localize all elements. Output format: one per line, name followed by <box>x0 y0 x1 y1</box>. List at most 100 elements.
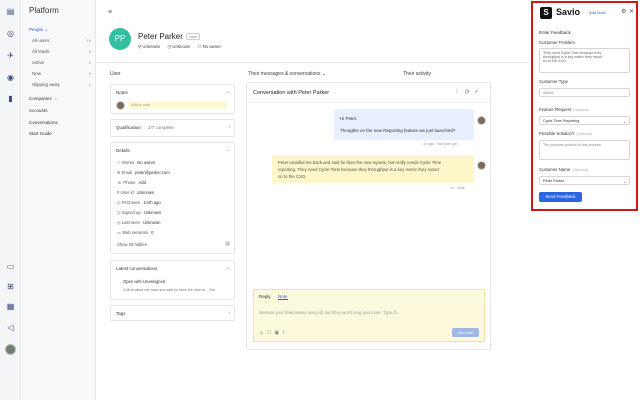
grid-icon[interactable]: ⊞ <box>5 281 16 292</box>
nav-all-leads[interactable]: All leads <box>32 49 49 54</box>
chevron-down-icon[interactable]: ⌄ <box>226 147 230 153</box>
outgoing-message: Hi Peter, Thoughts on the new Reporting … <box>334 109 474 140</box>
emoji-icon[interactable]: ☺ <box>259 330 267 336</box>
snooze-icon[interactable]: ◷ <box>465 89 475 95</box>
header-divider <box>96 62 530 63</box>
tab-note[interactable]: Note <box>278 294 288 300</box>
show-hidden-link[interactable]: Show 26 hidden <box>117 242 147 247</box>
chevron-down-icon: ⌄ <box>622 180 626 184</box>
composer-toolbar: ☺⎔▣⌇ <box>259 330 288 336</box>
profile-avatar: PP <box>109 28 131 50</box>
customer-name-value: Peter Parker <box>543 179 565 183</box>
chat-icon[interactable]: ▭ <box>5 261 16 272</box>
close-icon[interactable]: ✕ <box>629 8 634 15</box>
nav-companies[interactable]: Companies <box>29 96 52 101</box>
broadcast-icon[interactable]: ◉ <box>5 72 16 83</box>
notes-card: Notes ⌄ Add a note <box>110 84 235 114</box>
book-icon[interactable]: ▮ <box>5 93 16 104</box>
nav-accounts[interactable]: Accounts <box>29 108 48 113</box>
reply-composer: Reply Note Mention your teammates using … <box>253 289 485 342</box>
count-companies: 1 <box>54 96 57 101</box>
count-all-leads: 0 <box>88 49 91 54</box>
possible-solution-textarea[interactable]: The possible solution to this problem <box>539 140 630 160</box>
customer-problem-line: on to the CXO. <box>543 59 567 63</box>
menu-icon[interactable]: ≡ <box>108 9 112 16</box>
add-note-button[interactable]: Add note <box>452 328 479 337</box>
chevron-down-icon[interactable]: ⌄ <box>226 89 230 95</box>
notes-title: Notes <box>116 90 128 95</box>
qualification-card[interactable]: Qualification 2/7 complete › <box>110 119 235 137</box>
more-options-icon[interactable]: ⋮ <box>454 89 465 95</box>
chevron-right-icon[interactable]: › <box>228 310 230 316</box>
count-slipping-away: 0 <box>88 82 91 87</box>
conversation-status[interactable]: Open with Unassigned <box>123 279 165 284</box>
brand-title: Platform <box>29 6 59 15</box>
tab-reply[interactable]: Reply <box>259 294 271 299</box>
details-card: Details ⌄ ⚇ Owner No owner ✉ Email peter@p… <box>110 142 235 254</box>
conversation-preview[interactable]: Call emailed me back and said he likes t… <box>123 288 215 292</box>
send-feedback-button[interactable]: Send Feedback <box>539 192 582 202</box>
check-icon[interactable]: ✓ <box>474 89 484 95</box>
agent-avatar <box>477 116 486 125</box>
detail-row-owner: ⚇ Owner No owner <box>117 160 156 165</box>
customer-problem-textarea[interactable]: They need Cycle Time because they throug… <box>539 48 630 73</box>
chevron-down-icon[interactable]: ⌄ <box>226 265 230 271</box>
customer-problem-label: Customer Problem <box>539 40 575 45</box>
tags-card[interactable]: Tags › <box>110 305 235 321</box>
attachment-icon[interactable]: ⌇ <box>282 330 287 336</box>
profile-owner[interactable]: ⚇ No owner <box>198 44 221 49</box>
profile-name: Peter Parker <box>138 32 183 41</box>
nav-slipping-away[interactable]: Slipping away <box>32 82 60 87</box>
qualification-title: Qualification <box>116 125 141 130</box>
feature-request-value: Cycle Time Reporting <box>543 119 580 123</box>
tags-title: Tags <box>116 311 126 316</box>
note-input[interactable]: Add a note <box>128 101 227 109</box>
detail-row-web-sessions: ▭ Web sessions 0 <box>117 230 154 235</box>
feature-request-select[interactable]: Cycle Time Reporting ⌄ <box>539 116 630 125</box>
savio-logo-icon: S <box>540 7 552 19</box>
customer-name-select[interactable]: Peter Parker ⌄ <box>539 176 630 185</box>
nav-new[interactable]: New <box>32 71 41 76</box>
customer-type-select[interactable]: Active <box>539 88 630 97</box>
inbox-icon[interactable]: ▤ <box>5 6 16 17</box>
megaphone-icon[interactable]: ◁ <box>5 322 16 333</box>
nav-people[interactable]: People ⌄ <box>29 27 48 33</box>
bolt-icon[interactable]: ✈ <box>5 50 16 61</box>
composer-input[interactable]: Mention your teammates using @ and they … <box>259 310 401 315</box>
note-message-line: Peter emailed me back and said he likes … <box>278 160 442 165</box>
nav-active[interactable]: Active <box>32 60 44 65</box>
savio-title: Savio <box>556 7 581 17</box>
chevron-right-icon[interactable]: › <box>228 124 230 130</box>
user-avatar[interactable] <box>5 344 16 355</box>
nav-start-guide[interactable]: Start Guide <box>29 131 52 136</box>
note-timestamp: 1h · Note <box>450 186 465 190</box>
conversation-header: Conversation with Peter Parker ⋮◷✓ <box>247 83 490 103</box>
gear-icon[interactable]: ⚙ <box>621 8 626 15</box>
note-message: Peter emailed me back and said he likes … <box>272 155 474 183</box>
detail-row-email: ✉ Email peter@parker.com <box>117 170 170 175</box>
outgoing-message-line: Thoughts on the new Reporting feature we… <box>340 128 456 133</box>
user-column: Notes ⌄ Add a note Qualification 2/7 com… <box>110 84 235 324</box>
outgoing-message-line: Hi Peter, <box>340 116 358 121</box>
nav-all-users[interactable]: All users <box>32 38 49 43</box>
people-icon[interactable]: ◎ <box>5 28 16 39</box>
count-new: 0 <box>88 71 91 76</box>
nav-sidebar: Platform People ⌄ All users 15 All leads… <box>21 0 96 400</box>
customer-name-label: Customer Name (Optional) <box>539 167 589 172</box>
detail-row-phone[interactable]: ☏ Phone Add <box>117 180 146 185</box>
savio-add-note-link[interactable]: Add Note <box>589 10 606 15</box>
messages-column-title[interactable]: Their messages & conversations ⌄ <box>248 71 326 77</box>
profile-type-badge: User <box>186 33 201 40</box>
note-author-avatar <box>116 101 125 110</box>
notes-icon[interactable]: ▦ <box>5 301 16 312</box>
outgoing-timestamp: 1h ago · Not seen yet <box>423 142 458 146</box>
note-author-avatar <box>477 161 486 170</box>
detail-row-last-seen: ◷ Last seen Unknown <box>117 220 161 225</box>
profile-meta: ⚲ Unknown ◷ Unknown ⚇ No owner <box>138 44 227 50</box>
details-title: Details <box>116 148 130 153</box>
user-column-title: User <box>110 71 121 77</box>
app-icon-bar: ▤ ◎ ✈ ◉ ▮ ▭ ⊞ ▦ ◁ <box>0 0 21 400</box>
settings-icon[interactable]: ▤ <box>225 241 230 247</box>
nav-conversations[interactable]: Conversations <box>29 120 58 125</box>
main-content: ≡ PP Peter Parker User ⚲ Unknown ◷ Unkno… <box>96 0 530 400</box>
